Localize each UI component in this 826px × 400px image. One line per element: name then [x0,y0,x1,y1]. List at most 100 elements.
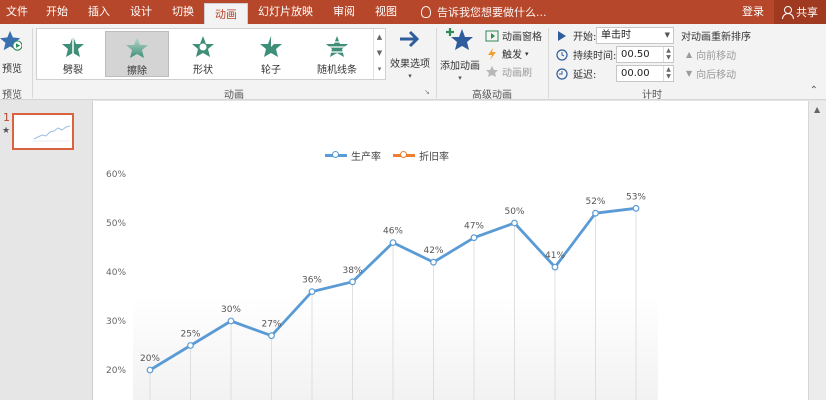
animation-pane-button[interactable]: 动画窗格 [485,28,542,43]
y-tick-label: 60% [106,170,126,180]
start-value: 单击时 [601,30,631,41]
chart-plot-background [133,296,658,400]
gallery-up-icon[interactable]: ▲ [374,29,385,45]
y-tick-label: 30% [106,317,126,327]
ribbon: 预览 预览 劈裂 擦除 形状 轮子 随机线条 ▲ ▼ ▾ 效果选项 ▾ 动画 ↘… [0,24,826,101]
tab-review[interactable]: 审阅 [323,0,365,24]
slide-number: 1 [3,111,10,124]
split-star-icon [62,36,84,57]
tab-home[interactable]: 开始 [36,0,78,24]
delay-input[interactable]: 00.00 ▲ ▼ [616,65,674,82]
delay-spinner[interactable]: ▲ ▼ [663,66,673,81]
duration-row: 持续时间: [556,47,616,62]
data-label: 41% [545,251,565,261]
share-button[interactable]: 共享 [774,0,826,24]
y-tick-label: 50% [106,219,126,229]
preview-button[interactable]: 预览 [0,26,28,82]
chevron-down-icon: ▾ [458,74,462,82]
start-label: 开始: [573,32,597,43]
animation-painter-button[interactable]: 动画刷 [485,64,532,79]
move-later-button[interactable]: ▼ 向后移动 [686,66,736,81]
data-point [551,263,559,271]
duration-spinner[interactable]: ▲ ▼ [663,47,673,62]
tab-animations[interactable]: 动画 [204,3,248,24]
y-tick-label: 20% [106,366,126,376]
duration-value: 00.50 [621,49,650,60]
tab-insert[interactable]: 插入 [78,0,120,24]
line-chart[interactable]: 20% 30% 40% 50% 60% 20% 25% 30% 27% 36% 38% 46% 42% 4… [93,101,808,400]
random-bars-star-icon [326,36,348,57]
gallery-down-icon[interactable]: ▼ [374,45,385,61]
timing-group-label: 计时 [642,90,662,101]
trigger-button[interactable]: 触发 ▾ [485,46,529,61]
data-point [592,209,599,217]
animation-wheel[interactable]: 轮子 [239,31,303,77]
animation-wipe[interactable]: 擦除 [105,31,169,77]
move-later-label: 向后移动 [696,70,737,81]
add-animation-button[interactable]: 添加动画 ▾ [438,26,482,83]
triangle-up-icon: ▲ [686,50,693,59]
wipe-star-icon [126,37,148,58]
slide-canvas[interactable]: 生产率 折旧率 20% 30% 40% 50% 60% 20% 25% 30% 27% 36% 38… [93,101,808,400]
separator [436,28,437,98]
animation-shape[interactable]: 形状 [171,31,235,77]
delay-label: 延迟: [573,70,597,81]
data-point [227,317,235,325]
shape-star-icon [192,36,214,57]
tab-view[interactable]: 视图 [365,0,407,24]
data-point [389,239,397,247]
animation-painter-label: 动画刷 [502,68,532,79]
animation-split[interactable]: 劈裂 [41,31,105,77]
data-label: 46% [383,227,403,237]
collapse-ribbon-icon[interactable]: ⌃ [810,85,818,96]
sign-in-button[interactable]: 登录 [732,0,774,24]
tab-file[interactable]: 文件 [0,0,36,24]
dialog-launcher-icon[interactable]: ↘ [424,88,430,96]
data-label: 36% [302,276,322,286]
data-point [308,288,316,296]
data-label: 52% [585,197,605,207]
ribbon-tab-bar: 文件 开始 插入 设计 切换 动画 幻灯片放映 审阅 视图 告诉我您想要做什么.… [0,0,826,24]
thumbnail-chart-icon [32,125,71,142]
animation-pane-label: 动画窗格 [502,32,542,43]
play-icon [556,30,570,42]
chevron-down-icon: ▾ [525,49,529,58]
tab-transitions[interactable]: 切换 [162,0,204,24]
slide-editor: 生产率 折旧率 20% 30% 40% 50% 60% 20% 25% 30% 27% 36% 38… [93,101,826,400]
data-point [470,234,478,242]
gallery-scrollbar[interactable]: ▲ ▼ ▾ [373,29,385,79]
data-label: 42% [423,246,443,256]
add-star-icon [446,28,473,50]
tab-slide-show[interactable]: 幻灯片放映 [248,0,323,24]
duration-input[interactable]: 00.50 ▲ ▼ [616,46,674,63]
gallery-more-icon[interactable]: ▾ [374,61,385,77]
wheel-label: 轮子 [261,65,281,76]
chevron-down-icon: ▼ [664,31,670,39]
move-earlier-button[interactable]: ▲ 向前移动 [686,47,736,62]
add-animation-label: 添加动画 [440,61,480,72]
lightning-icon [485,47,499,60]
slide-thumbnail[interactable] [12,113,74,150]
data-point [349,278,356,286]
data-label: 53% [626,192,646,202]
animation-pane-icon [485,30,499,42]
data-label: 38% [342,266,362,276]
data-label: 47% [464,222,484,232]
delay-value: 00.00 [621,68,650,79]
tab-design[interactable]: 设计 [120,0,162,24]
preview-label: 预览 [2,64,22,75]
trigger-label: 触发 [502,50,522,61]
effect-options-button[interactable]: 效果选项 ▾ [388,28,432,81]
scroll-up-icon[interactable]: ▲ [814,105,820,114]
vertical-scrollbar[interactable]: ▲ [808,101,826,400]
tell-me-text: 告诉我您想要做什么... [437,6,547,19]
preview-group-label: 预览 [2,90,22,101]
reorder-title: 对动画重新排序 [681,28,751,43]
tell-me-search[interactable]: 告诉我您想要做什么... [407,0,547,24]
effect-options-label: 效果选项 [390,59,430,70]
split-label: 劈裂 [63,65,83,76]
animation-random-bars[interactable]: 随机线条 [305,31,369,77]
animation-group-label: 动画 [224,90,244,101]
start-select[interactable]: 单击时 ▼ [596,27,674,44]
arrow-right-icon [400,30,420,48]
